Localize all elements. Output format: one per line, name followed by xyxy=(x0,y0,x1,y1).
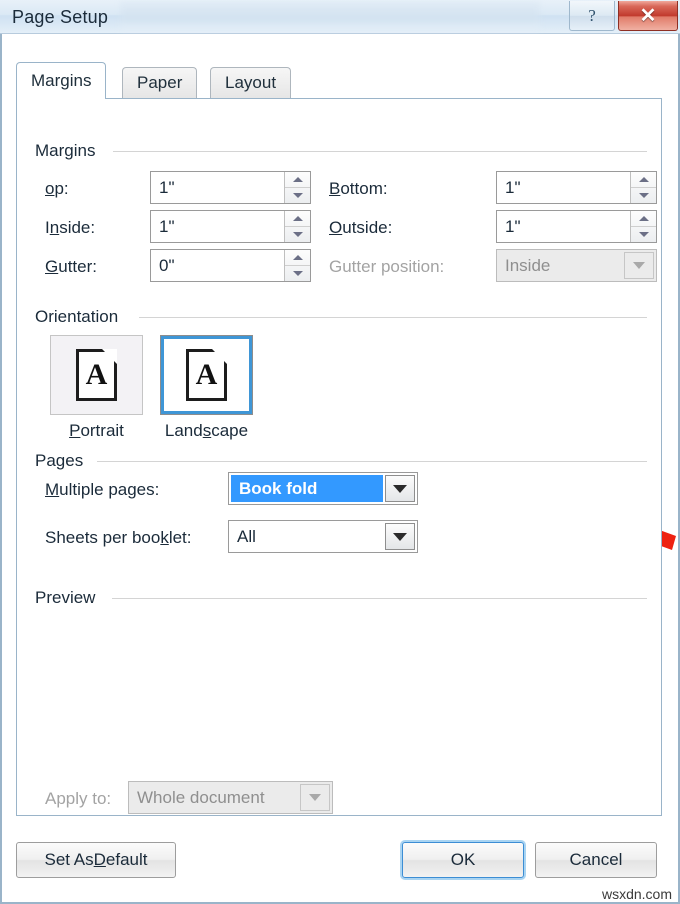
bottom-margin-value[interactable]: 1" xyxy=(497,172,630,203)
bottom-margin-decrement-icon[interactable] xyxy=(631,188,656,203)
apply-to-label: Apply to: xyxy=(45,789,112,808)
margins-group-rule xyxy=(113,151,647,152)
tab-margins[interactable]: Margins xyxy=(16,62,107,99)
bottom-margin-increment-icon[interactable] xyxy=(631,172,656,188)
apply-to-chevron-down-icon xyxy=(300,784,330,811)
top-margin-spinner[interactable]: 1" xyxy=(150,171,311,204)
multiple-pages-value[interactable]: Book fold xyxy=(231,475,383,502)
inside-margin-increment-icon[interactable] xyxy=(285,211,310,227)
tab-paper[interactable]: Paper xyxy=(122,67,198,98)
titlebar-glass-blur xyxy=(120,2,540,30)
multiple-pages-label: Multiple pages: xyxy=(45,480,160,499)
gutter-position-value: Inside xyxy=(505,255,551,275)
watermark: wsxdn.com xyxy=(601,886,672,902)
top-margin-increment-icon[interactable] xyxy=(285,172,310,188)
inside-margin-spinner[interactable]: 1" xyxy=(150,210,311,243)
outside-margin-label: Outside: xyxy=(329,218,393,237)
window-title: Page Setup xyxy=(12,7,109,27)
bottom-margin-label: Bottom: xyxy=(329,179,388,198)
preview-group-rule xyxy=(112,598,647,599)
outside-margin-decrement-icon[interactable] xyxy=(631,227,656,242)
close-icon[interactable]: ✕ xyxy=(618,1,678,31)
gutter-spinner[interactable]: 0" xyxy=(150,249,311,282)
inside-margin-value[interactable]: 1" xyxy=(151,211,284,242)
landscape-page-icon: A xyxy=(186,349,227,401)
gutter-value[interactable]: 0" xyxy=(151,250,284,281)
set-as-default-button[interactable]: Set As Default xyxy=(16,842,176,878)
page-setup-dialog: Margins Paper Layout Margins op: 1" Bott… xyxy=(0,34,680,904)
gutter-position-chevron-down-icon xyxy=(624,252,654,279)
sheets-per-booklet-dropdown[interactable]: All xyxy=(228,520,418,553)
orientation-landscape-caption: Landscape xyxy=(164,421,249,440)
top-margin-value[interactable]: 1" xyxy=(151,172,284,203)
multiple-pages-chevron-down-icon[interactable] xyxy=(385,475,415,502)
gutter-label: Gutter: xyxy=(45,257,97,276)
tabstrip: Margins Paper Layout xyxy=(16,62,662,99)
outside-margin-value[interactable]: 1" xyxy=(497,211,630,242)
help-icon[interactable]: ? xyxy=(569,1,615,31)
bottom-margin-spin-arrows[interactable] xyxy=(630,172,656,203)
window-button-group: ? ✕ xyxy=(569,1,678,31)
orientation-option-portrait[interactable]: A xyxy=(50,335,143,415)
portrait-page-icon: A xyxy=(76,349,117,401)
landscape-page-letter: A xyxy=(195,358,218,391)
gutter-position-dropdown: Inside xyxy=(496,249,657,282)
top-margin-label: op: xyxy=(45,179,69,198)
sheets-per-booklet-value[interactable]: All xyxy=(229,521,383,552)
gutter-position-label: Gutter position: xyxy=(329,257,445,276)
apply-to-dropdown: Whole document xyxy=(128,781,333,814)
gutter-decrement-icon[interactable] xyxy=(285,266,310,281)
outside-margin-spin-arrows[interactable] xyxy=(630,211,656,242)
margins-group-label: Margins xyxy=(35,141,103,161)
inside-margin-decrement-icon[interactable] xyxy=(285,227,310,242)
sheets-per-booklet-chevron-down-icon[interactable] xyxy=(385,523,415,550)
window-titlebar: Page Setup ? ✕ xyxy=(0,0,680,34)
preview-group-label: Preview xyxy=(35,588,103,608)
gutter-increment-icon[interactable] xyxy=(285,250,310,266)
tab-layout[interactable]: Layout xyxy=(210,67,292,98)
pages-group-rule xyxy=(97,461,647,462)
ok-button[interactable]: OK xyxy=(402,842,524,878)
inside-margin-label: Inside: xyxy=(45,218,96,237)
orientation-option-landscape[interactable]: A xyxy=(160,335,253,415)
outside-margin-increment-icon[interactable] xyxy=(631,211,656,227)
top-margin-decrement-icon[interactable] xyxy=(285,188,310,203)
gutter-spin-arrows[interactable] xyxy=(284,250,310,281)
orientation-group-rule xyxy=(139,317,647,318)
multiple-pages-dropdown[interactable]: Book fold xyxy=(228,472,418,505)
margins-tab-panel: Margins op: 1" Bottom: 1" Inside: 1" Out… xyxy=(16,98,662,816)
inside-margin-spin-arrows[interactable] xyxy=(284,211,310,242)
bottom-margin-spinner[interactable]: 1" xyxy=(496,171,657,204)
top-margin-spin-arrows[interactable] xyxy=(284,172,310,203)
portrait-page-letter: A xyxy=(85,358,108,391)
outside-margin-spinner[interactable]: 1" xyxy=(496,210,657,243)
apply-to-value: Whole document xyxy=(137,787,265,807)
sheets-per-booklet-label: Sheets per booklet: xyxy=(45,528,192,547)
orientation-portrait-caption: Portrait xyxy=(69,421,124,440)
orientation-group-label: Orientation xyxy=(35,307,126,327)
pages-group-label: Pages xyxy=(35,451,91,471)
cancel-button[interactable]: Cancel xyxy=(535,842,657,878)
